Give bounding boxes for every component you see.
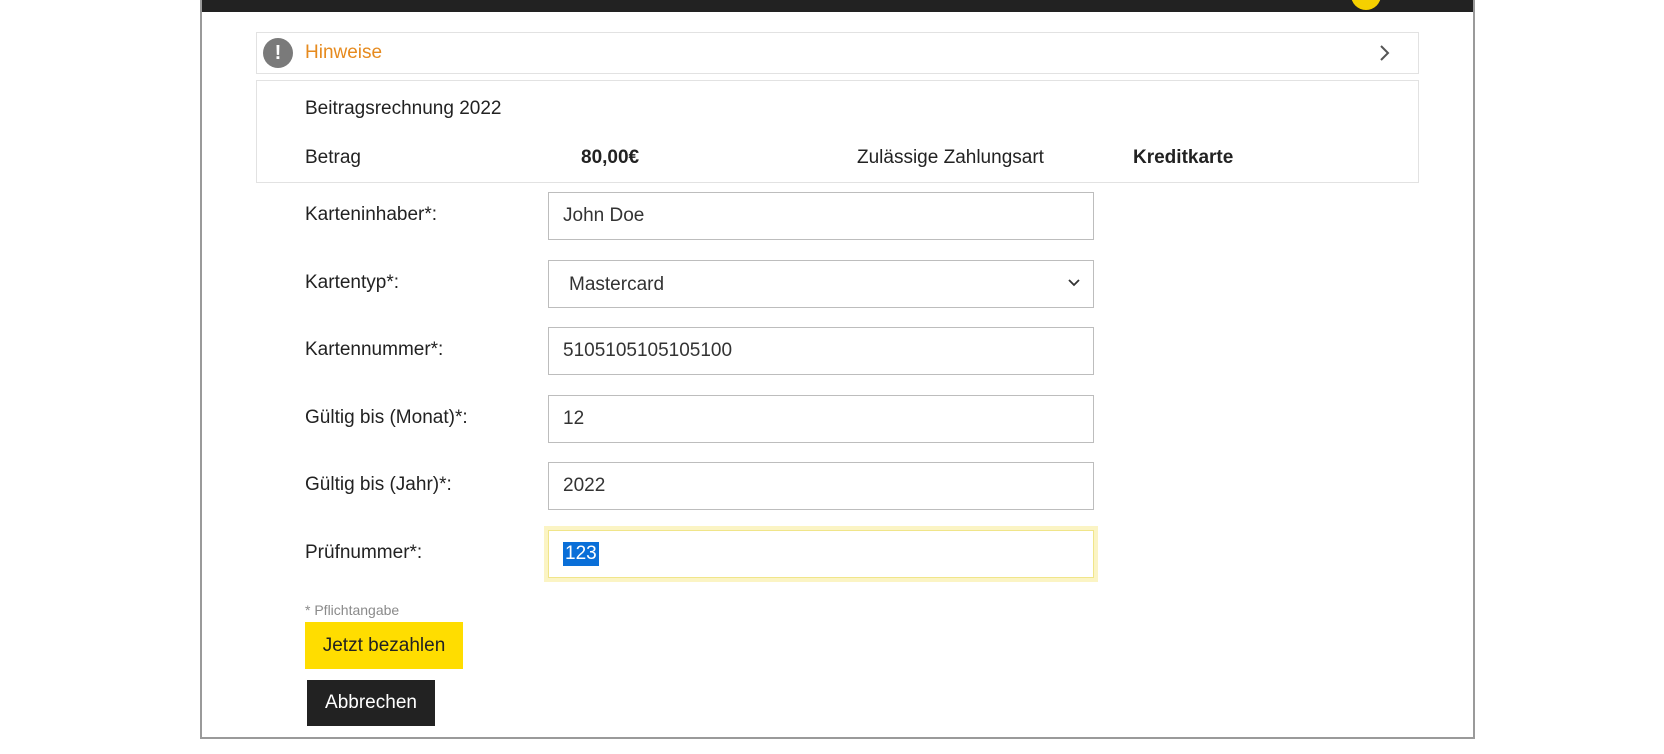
cardtype-row: Kartentyp*: Mastercard bbox=[305, 260, 1095, 308]
payment-type-value: Kreditkarte bbox=[1133, 147, 1234, 168]
expiry-year-input[interactable] bbox=[548, 462, 1094, 510]
notice-panel-header[interactable]: ! Hinweise bbox=[256, 32, 1419, 74]
notice-label: Hinweise bbox=[305, 42, 383, 63]
header-badge bbox=[1351, 0, 1381, 10]
expiry-month-input[interactable] bbox=[548, 395, 1094, 443]
expiry-month-row: Gültig bis (Monat)*: bbox=[305, 395, 1095, 443]
cancel-button[interactable]: Abbrechen bbox=[307, 680, 435, 726]
pay-now-button[interactable]: Jetzt bezahlen bbox=[305, 622, 463, 669]
amount-label: Betrag bbox=[305, 147, 361, 168]
top-navigation-bar bbox=[202, 0, 1473, 12]
cardtype-select[interactable]: Mastercard bbox=[548, 260, 1094, 308]
chevron-right-icon[interactable] bbox=[1372, 41, 1396, 65]
invoice-title: Beitragsrechnung 2022 bbox=[305, 98, 502, 119]
cardnumber-input[interactable] bbox=[548, 327, 1094, 375]
cardholder-label: Karteninhaber*: bbox=[305, 204, 438, 225]
cardnumber-row: Kartennummer*: bbox=[305, 327, 1095, 375]
exclamation-circle-icon: ! bbox=[263, 38, 293, 68]
cardnumber-label: Kartennummer*: bbox=[305, 339, 444, 360]
cardholder-row: Karteninhaber*: bbox=[305, 192, 1095, 240]
amount-value: 80,00€ bbox=[581, 147, 640, 168]
cardholder-input[interactable] bbox=[548, 192, 1094, 240]
expiry-month-label: Gültig bis (Monat)*: bbox=[305, 407, 468, 428]
expiry-year-row: Gültig bis (Jahr)*: bbox=[305, 462, 1095, 510]
cardtype-label: Kartentyp*: bbox=[305, 272, 399, 293]
cvc-label: Prüfnummer*: bbox=[305, 542, 423, 563]
invoice-summary: Beitragsrechnung 2022 Betrag 80,00€ Zulä… bbox=[256, 80, 1419, 183]
payment-type-label: Zulässige Zahlungsart bbox=[857, 147, 1044, 168]
cvc-input[interactable] bbox=[548, 530, 1094, 578]
cvc-row: Prüfnummer*: 123 bbox=[305, 530, 1095, 578]
expiry-year-label: Gültig bis (Jahr)*: bbox=[305, 474, 452, 495]
cvc-selected-value[interactable]: 123 bbox=[563, 542, 599, 566]
required-field-note: * Pflichtangabe bbox=[305, 602, 400, 618]
